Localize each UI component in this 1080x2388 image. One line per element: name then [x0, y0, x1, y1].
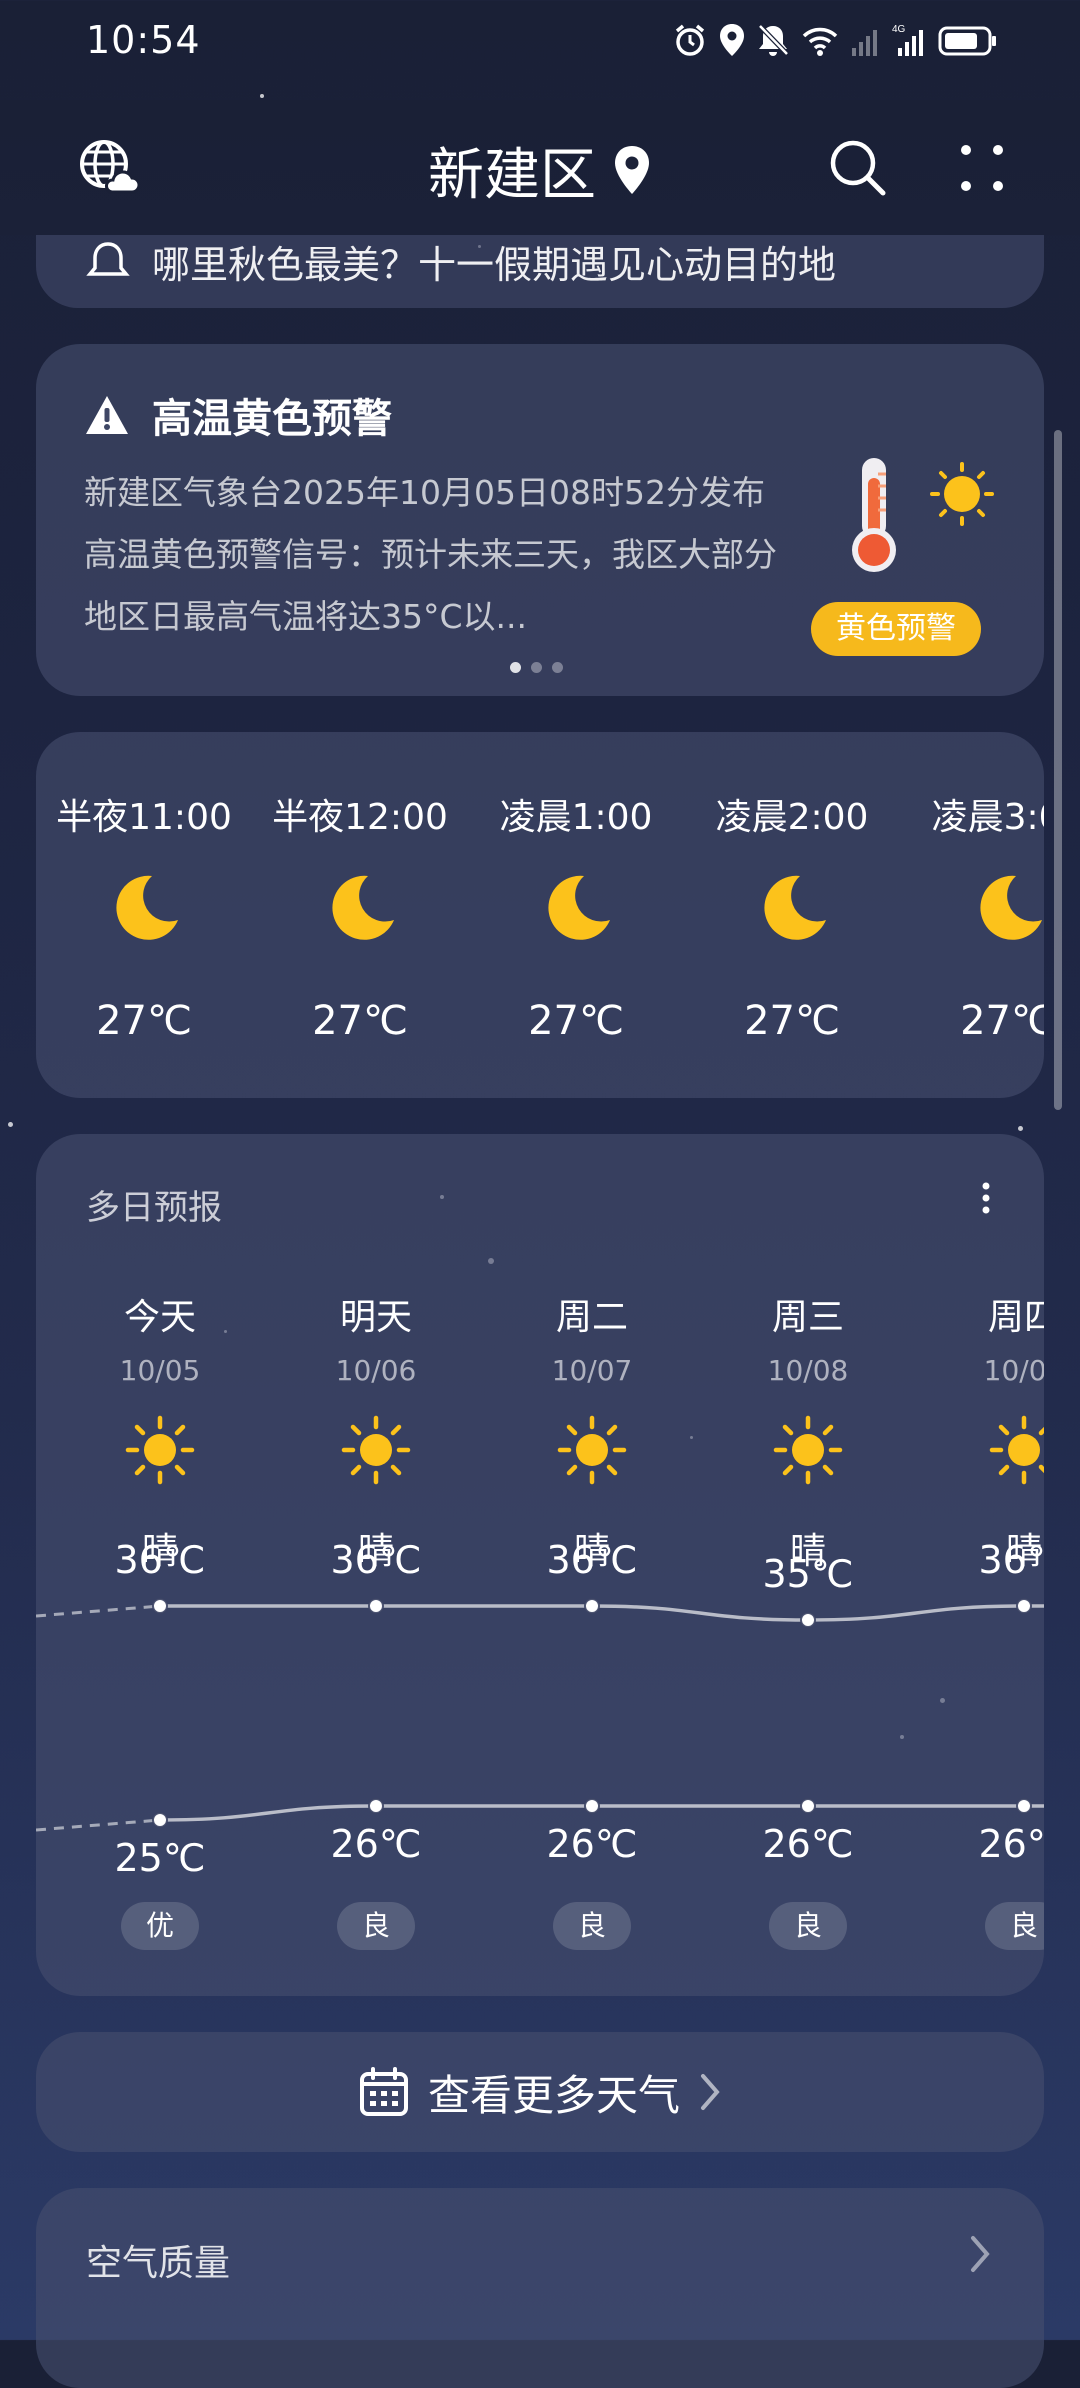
warning-title: 高温黄色预警: [152, 396, 392, 442]
search-button[interactable]: [826, 136, 890, 200]
forecast-day-name: 周四: [987, 1297, 1044, 1338]
forecast-day-date: 10/08: [767, 1354, 849, 1387]
forecast-day-date: 10/06: [335, 1354, 417, 1387]
mute-bell-icon: [758, 24, 789, 56]
forecast-day-date: 10/05: [119, 1354, 201, 1387]
hourly-time: 半夜11:00: [56, 797, 232, 838]
forecast-day-name: 明天: [339, 1297, 412, 1338]
status-bar: 10:54 4G: [0, 0, 1080, 80]
pager-dot: [552, 662, 563, 673]
air-quality-card[interactable]: 空气质量: [36, 2188, 1044, 2388]
forecast-day-low: 25℃: [114, 1836, 206, 1880]
signal-weak-icon: [852, 30, 877, 56]
hourly-item: 凌晨1:00 27℃: [468, 732, 684, 1098]
forecast-day-high: 36℃: [978, 1538, 1044, 1582]
location-pin-icon: [615, 146, 649, 194]
forecast-aqi-badge: 优: [121, 1902, 199, 1950]
hourly-forecast-card[interactable]: 半夜11:00 27℃ 半夜12:00 27℃ 凌晨1:00 27℃ 凌晨2:0…: [36, 732, 1044, 1098]
moon-icon: [116, 875, 178, 940]
forecast-day-low: 26℃: [978, 1822, 1044, 1866]
wifi-icon: [802, 27, 838, 56]
chevron-right-icon: [701, 2074, 720, 2110]
hourly-item: 半夜11:00 27℃: [36, 732, 252, 1098]
city-name[interactable]: 新建区: [428, 130, 596, 211]
app-header: 新建区: [0, 100, 1080, 235]
multi-day-forecast-card[interactable]: 多日预报 今天 10/05 晴 36℃ 25℃ 优明天 10/06 晴 36℃ 26℃ 良周二 10/…: [36, 1134, 1044, 1996]
forecast-aqi-badge: 良: [985, 1902, 1044, 1950]
sun-icon: [773, 1415, 843, 1485]
hourly-time: 凌晨3:00: [931, 797, 1044, 838]
hourly-time: 凌晨1:00: [499, 797, 653, 838]
forecast-day-name: 周二: [555, 1297, 628, 1338]
hourly-temp: 27℃: [960, 998, 1044, 1044]
promo-banner-text: 哪里秋色最美？十一假期遇见心动目的地: [152, 243, 837, 287]
forecast-day: 明天 10/06 晴 36℃ 26℃ 良: [268, 1134, 484, 1996]
forecast-day-high: 36℃: [330, 1538, 422, 1582]
forecast-day: 周三 10/08 晴 35℃ 26℃ 良: [700, 1134, 916, 1996]
location-icon: [720, 24, 744, 56]
forecast-day-high: 35℃: [762, 1552, 854, 1596]
signal-4g-icon: 4G: [892, 24, 923, 56]
forecast-aqi-badge: 良: [769, 1902, 847, 1950]
air-quality-title: 空气质量: [86, 2243, 231, 2284]
svg-text:4G: 4G: [892, 24, 906, 35]
hourly-time: 凌晨2:00: [715, 797, 869, 838]
hourly-time: 半夜12:00: [272, 797, 448, 838]
warning-pager-dots: [510, 662, 563, 673]
chevron-right-icon: [971, 2236, 990, 2272]
more-menu-button[interactable]: [950, 136, 1014, 200]
forecast-day-date: 10/07: [551, 1354, 633, 1387]
moon-icon: [980, 875, 1042, 940]
sun-icon: [125, 1415, 195, 1485]
alarm-icon: [675, 24, 705, 56]
calendar-icon: [359, 2067, 408, 2116]
scrollbar[interactable]: [1054, 430, 1062, 1110]
forecast-day-high: 36℃: [114, 1538, 206, 1582]
moon-icon: [332, 875, 394, 940]
moon-icon: [764, 875, 826, 940]
forecast-day-date: 10/09: [983, 1354, 1044, 1387]
sun-icon: [341, 1415, 411, 1485]
warning-level-badge: 黄色预警: [811, 602, 981, 656]
pager-dot: [531, 662, 542, 673]
more-weather-button[interactable]: 查看更多天气: [36, 2032, 1044, 2152]
forecast-aqi-badge: 良: [553, 1902, 631, 1950]
forecast-day-name: 周三: [771, 1297, 844, 1338]
hourly-item: 半夜12:00 27℃: [252, 732, 468, 1098]
forecast-day-low: 26℃: [762, 1822, 854, 1866]
search-icon: [830, 140, 886, 196]
status-time: 10:54: [86, 18, 201, 62]
warning-triangle-icon: [86, 396, 128, 434]
forecast-day: 周二 10/07 晴 36℃ 26℃ 良: [484, 1134, 700, 1996]
forecast-day-name: 今天: [123, 1297, 196, 1338]
forecast-day-low: 26℃: [330, 1822, 422, 1866]
sun-icon: [557, 1415, 627, 1485]
hourly-temp: 27℃: [312, 998, 408, 1044]
hourly-temp: 27℃: [528, 998, 624, 1044]
forecast-day-high: 36℃: [546, 1538, 638, 1582]
forecast-day: 今天 10/05 晴 36℃ 25℃ 优: [52, 1134, 268, 1996]
forecast-aqi-badge: 良: [337, 1902, 415, 1950]
forecast-day: 周四10/09晴36℃26℃良: [916, 1134, 1044, 1996]
high-temperature-icon: [852, 458, 994, 572]
battery-icon: [938, 26, 996, 56]
hourly-temp: 27℃: [744, 998, 840, 1044]
more-weather-label: 查看更多天气: [427, 2070, 680, 2120]
bell-icon: [86, 241, 130, 276]
warning-body: 新建区气象台2025年10月05日08时52分发布高温黄色预警信号：预计未来三天…: [84, 473, 777, 636]
moon-icon: [548, 875, 610, 940]
four-dots-icon: [961, 145, 1003, 191]
forecast-day-low: 26℃: [546, 1822, 638, 1866]
hourly-item: 凌晨3:00 27℃: [900, 732, 1044, 1098]
weather-warning-card[interactable]: 高温黄色预警 新建区气象台2025年10月05日08时52分发布高温黄色预警信号…: [36, 344, 1044, 696]
hourly-temp: 27℃: [96, 998, 192, 1044]
sun-icon: [989, 1415, 1044, 1485]
hourly-item: 凌晨2:00 27℃: [684, 732, 900, 1098]
pager-dot: [510, 662, 521, 673]
